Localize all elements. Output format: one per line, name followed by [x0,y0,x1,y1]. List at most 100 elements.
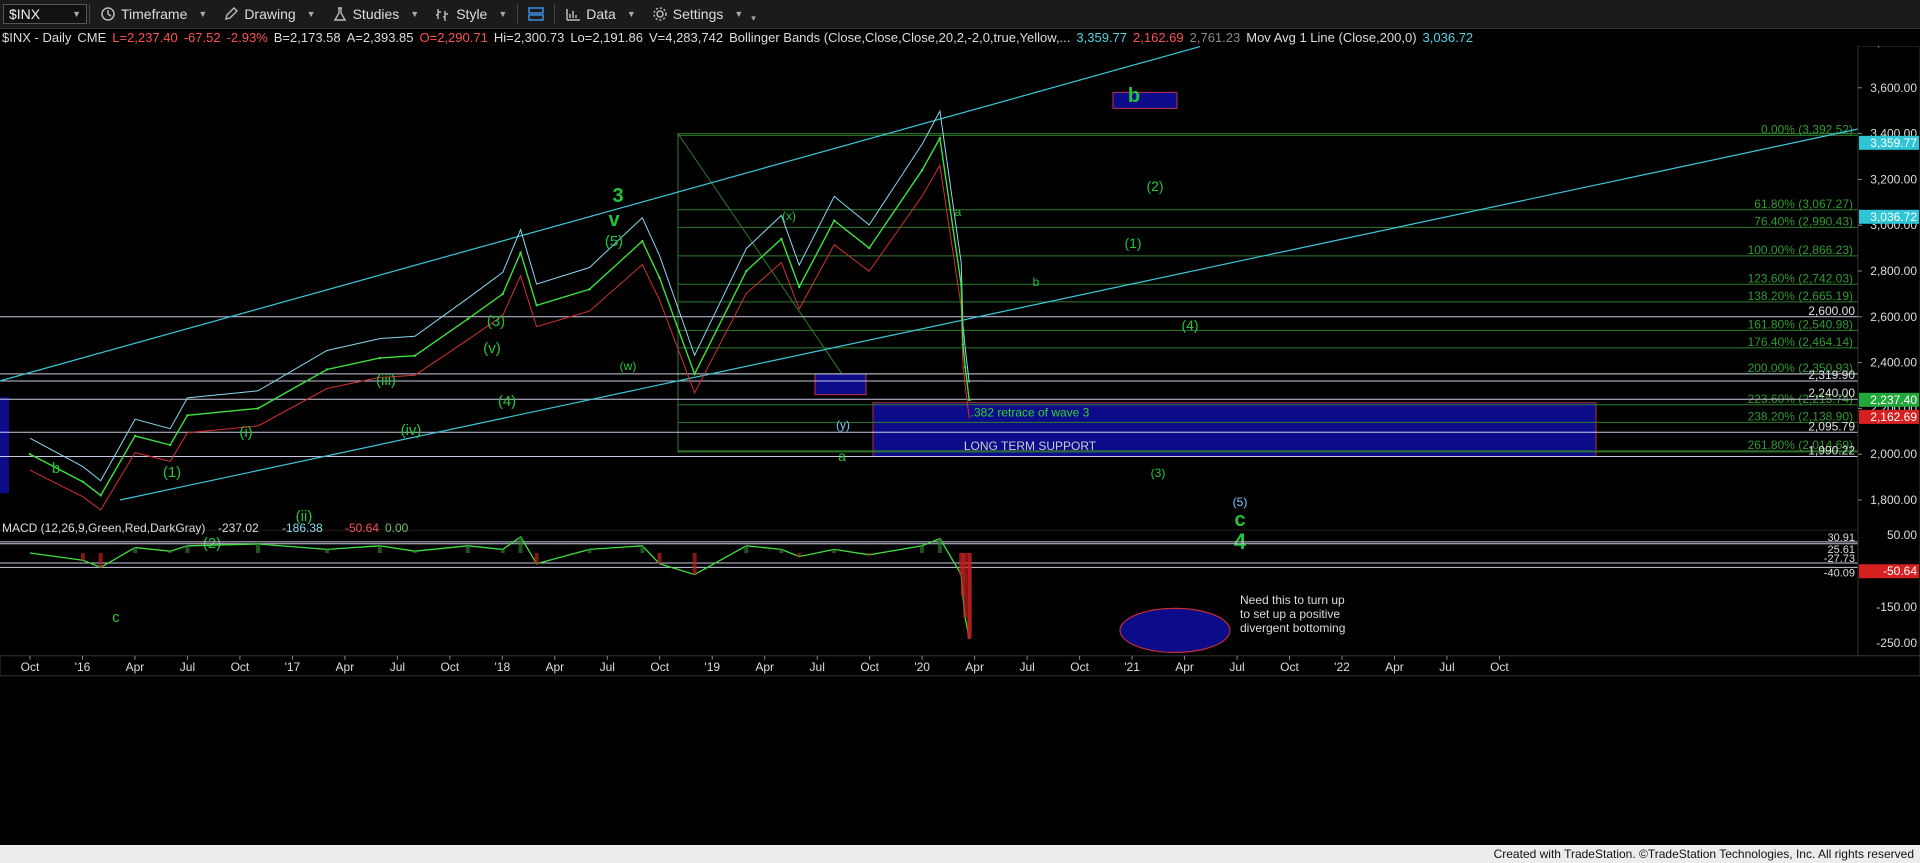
support-line-label: 2,319.90 [1808,368,1855,382]
time-axis-label: Apr [755,660,774,674]
retrace-annotation: .382 retrace of wave 3 [971,405,1090,419]
price-point [833,219,836,222]
bollinger-lower: 2,162.69 [1133,30,1184,45]
bollinger-label[interactable]: Bollinger Bands (Close,Close,Close,20,2,… [729,30,1070,45]
macd-histogram-bar [797,553,802,557]
price-point [963,365,967,369]
price-point [186,414,189,417]
toolbar: $INX ▼ Timeframe ▼ Drawing ▼ Studies ▼ Styl… [0,0,1920,29]
macd-level-label: -27.73 [1824,553,1855,565]
macd-histogram-bar [465,545,470,553]
macd-value-1: -237.02 [218,521,259,535]
macd-histogram-bar [80,553,85,561]
wave-label: (3) [487,313,505,330]
wave-label: (iii) [376,372,396,389]
price-point [968,398,971,402]
symbol-selector[interactable]: $INX ▼ [3,4,87,24]
footer: Created with TradeStation. ©TradeStation… [0,845,1920,863]
price-axis-label: 3,200.00 [1870,172,1917,186]
price-chart[interactable]: 0.00% (3,392.52) 61.80% (3,067.27) 76.40% … [0,46,1920,845]
settings-menu[interactable]: Settings ▼ [644,0,752,28]
macd-histogram-bar [534,553,539,564]
wave-label: a [955,205,962,219]
low: Lo=2,191.86 [570,30,643,45]
overflow-caret-icon[interactable]: ▾ [751,13,756,24]
drawing-menu[interactable]: Drawing ▼ [215,0,323,28]
support-annotation: LONG TERM SUPPORT [964,439,1097,453]
gear-icon [653,7,667,21]
macd-axis-label: 50.00 [1887,528,1917,542]
timeframe-menu[interactable]: Timeframe ▼ [92,0,215,28]
price-point [28,453,32,456]
layout-button[interactable] [520,0,552,28]
macd-histogram-bar [587,549,592,553]
open: O=2,290.71 [419,30,488,45]
wave-label: (x) [782,209,796,223]
studies-menu[interactable]: Studies ▼ [324,0,428,28]
left-edge-zone [0,396,9,494]
time-axis-label: Jul [180,660,195,674]
clock-icon [101,7,115,21]
time-axis-label: Oct [1070,660,1089,674]
time-axis-label: '17 [285,660,301,674]
wave-y-target-box [814,373,867,396]
price-point [780,237,783,241]
style-label: Style [456,6,488,22]
data-label: Data [586,6,616,22]
time-axis-label: Oct [441,660,460,674]
fib-level-label: 61.80% (3,067.27) [1754,197,1853,211]
macd-histogram-bar [324,549,329,553]
time-axis-label: Jul [1229,660,1244,674]
macd-note-line: divergent bottoming [1240,621,1345,635]
price-point [535,304,538,307]
macd-histogram-bar [963,553,968,618]
wave-label: (2) [1146,178,1163,194]
ask: A=2,393.85 [346,30,414,45]
macd-axis-label: -250.00 [1876,636,1917,650]
price-point [81,480,85,483]
macd-histogram-bar [744,545,749,553]
moving-average-label[interactable]: Mov Avg 1 Line (Close,200,0) [1246,30,1416,45]
price-point [797,285,801,289]
price-axis-label: 2,400.00 [1870,356,1917,370]
wave-label: (v) [483,340,501,357]
caret-icon: ▼ [626,9,636,19]
macd-label: MACD (12,26,9,Green,Red,DarkGray) [2,521,205,535]
data-menu[interactable]: Data ▼ [557,0,644,28]
wave-label: b [1033,275,1040,289]
price-point [99,494,102,497]
wave-label: b [1128,85,1140,107]
time-axis-label: Apr [336,660,355,674]
support-line-label: 2,240.00 [1808,386,1855,400]
fib-level-label: 0.00% (3,392.52) [1761,122,1853,136]
macd-histogram-bar [518,536,523,553]
macd-histogram-bar [657,553,662,564]
style-menu[interactable]: Style ▼ [427,0,515,28]
macd-histogram-bar [779,549,784,553]
time-axis-label: Apr [965,660,984,674]
price-point [641,240,644,243]
time-axis-label: Jul [1439,660,1454,674]
bar-chart-icon [566,9,581,21]
time-axis-label: Jul [390,660,405,674]
time-axis-label: Oct [1490,660,1509,674]
price-tag-label: 3,036.72 [1870,210,1917,224]
caret-icon: ▼ [306,9,316,19]
macd-note-line: Need this to turn up [1240,593,1345,607]
price-point [959,283,963,286]
price-point [466,317,469,321]
caret-icon: ▼ [734,9,744,19]
time-axis-label: Jul [1019,660,1034,674]
time-axis-label: '19 [704,660,720,674]
price-point [133,434,137,438]
wave-label: 3 [612,185,623,207]
price-point [519,251,522,254]
time-axis-label: Oct [1280,660,1299,674]
wave-label: c [112,609,120,626]
macd-histogram-bar [412,551,417,553]
window-layout-icon [528,7,545,21]
price-point [868,246,871,250]
time-axis-label: Oct [860,660,879,674]
price-point [588,288,591,291]
time-axis-label: '18 [494,660,510,674]
